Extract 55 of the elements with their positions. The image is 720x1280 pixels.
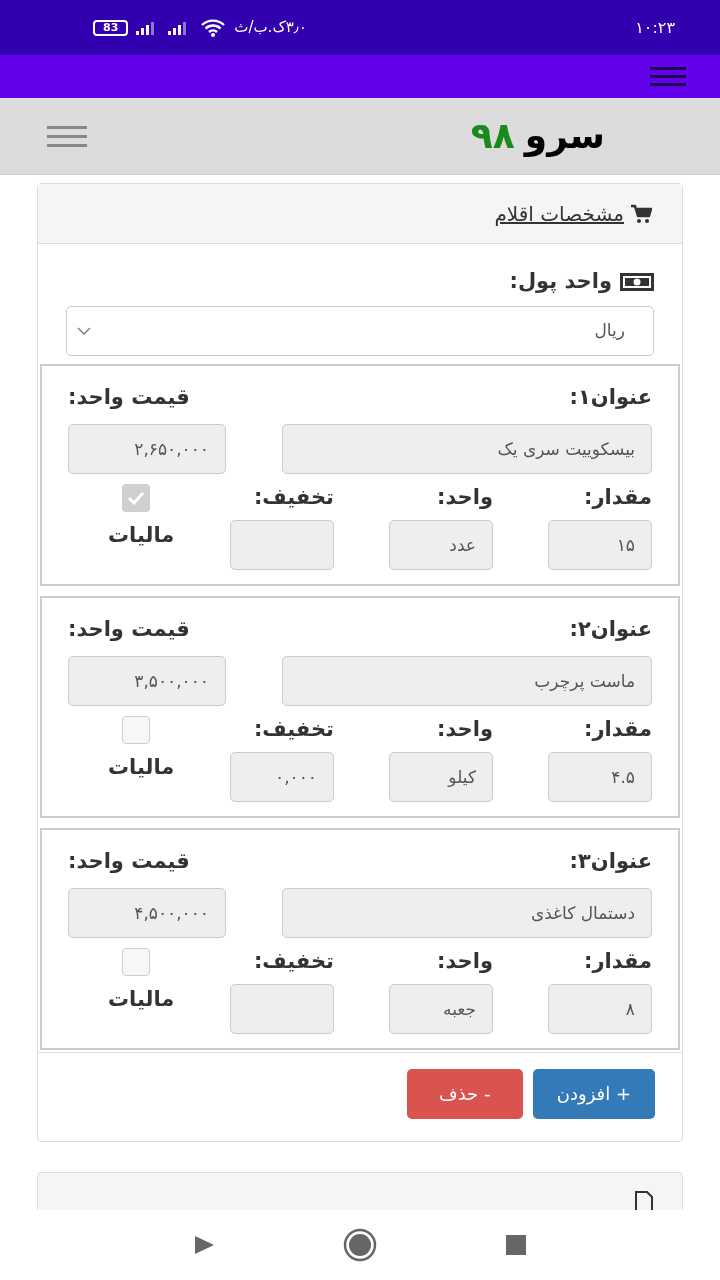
field-label: عنوان۲:: [569, 615, 652, 643]
brand-logo[interactable]: سرو ۹۸: [470, 109, 605, 163]
menu-icon[interactable]: [47, 124, 87, 148]
field-label: تخفیف:: [253, 715, 334, 743]
chevron-down-icon: [77, 326, 91, 335]
field-label: عنوان۳:: [569, 847, 652, 875]
input-field[interactable]: ۴,۵۰۰,۰۰۰: [68, 887, 226, 938]
cart-icon: [630, 203, 652, 224]
field-label: قیمت واحد:: [68, 383, 190, 411]
menu-icon[interactable]: [650, 65, 686, 88]
home-icon[interactable]: [343, 1228, 377, 1262]
input-field[interactable]: بیسکوییت سری یک: [282, 423, 652, 474]
input-field[interactable]: [230, 983, 334, 1034]
input-field[interactable]: [230, 519, 334, 570]
input-field[interactable]: جعبه: [389, 983, 493, 1034]
field-label: واحد:: [437, 483, 493, 511]
field-label: مقدار:: [584, 947, 652, 975]
input-field[interactable]: عدد: [389, 519, 493, 570]
input-field[interactable]: کیلو: [389, 751, 493, 802]
back-icon[interactable]: [193, 1234, 215, 1256]
field-label: قیمت واحد:: [68, 615, 190, 643]
add-button[interactable]: + افزودن: [532, 1068, 655, 1119]
input-field[interactable]: ۱۵: [548, 519, 652, 570]
field-label: قیمت واحد:: [68, 847, 190, 875]
field-label: تخفیف:: [253, 483, 334, 511]
input-field[interactable]: ماست پرچرب: [282, 655, 652, 706]
network-speed: ۳٫۰ک.ب/ث: [234, 17, 307, 39]
currency-select[interactable]: ریال: [66, 305, 654, 356]
field-label: مقدار:: [584, 715, 652, 743]
field-label: عنوان۱:: [569, 383, 652, 411]
field-label: واحد:: [437, 715, 493, 743]
tax-label: مالیات: [108, 985, 175, 1013]
delete-button[interactable]: - حذف: [406, 1068, 523, 1119]
tax-label: مالیات: [108, 753, 175, 781]
currency-label: واحد پول:: [509, 268, 612, 295]
clock: ۱۰:۲۳: [635, 16, 675, 39]
input-field[interactable]: ۲,۶۵۰,۰۰۰: [68, 423, 226, 474]
input-field[interactable]: ۴.۵: [548, 751, 652, 802]
checkbox[interactable]: [122, 715, 150, 744]
battery-icon: 83: [93, 19, 129, 36]
check-icon: [127, 490, 145, 505]
input-field[interactable]: ۰,۰۰۰: [230, 751, 334, 802]
field-label: مقدار:: [584, 483, 652, 511]
input-field[interactable]: ۸: [548, 983, 652, 1034]
field-label: تخفیف:: [253, 947, 334, 975]
wifi-icon: [200, 17, 227, 38]
panel-title[interactable]: مشخصات اقلام: [494, 198, 624, 229]
input-field[interactable]: دستمال کاغذی: [282, 887, 652, 938]
recents-icon[interactable]: [505, 1234, 527, 1256]
money-icon: [620, 272, 654, 291]
input-field[interactable]: ۳,۵۰۰,۰۰۰: [68, 655, 226, 706]
checkbox[interactable]: [122, 483, 150, 512]
field-label: واحد:: [437, 947, 493, 975]
checkbox[interactable]: [122, 947, 150, 976]
tax-label: مالیات: [108, 521, 175, 549]
